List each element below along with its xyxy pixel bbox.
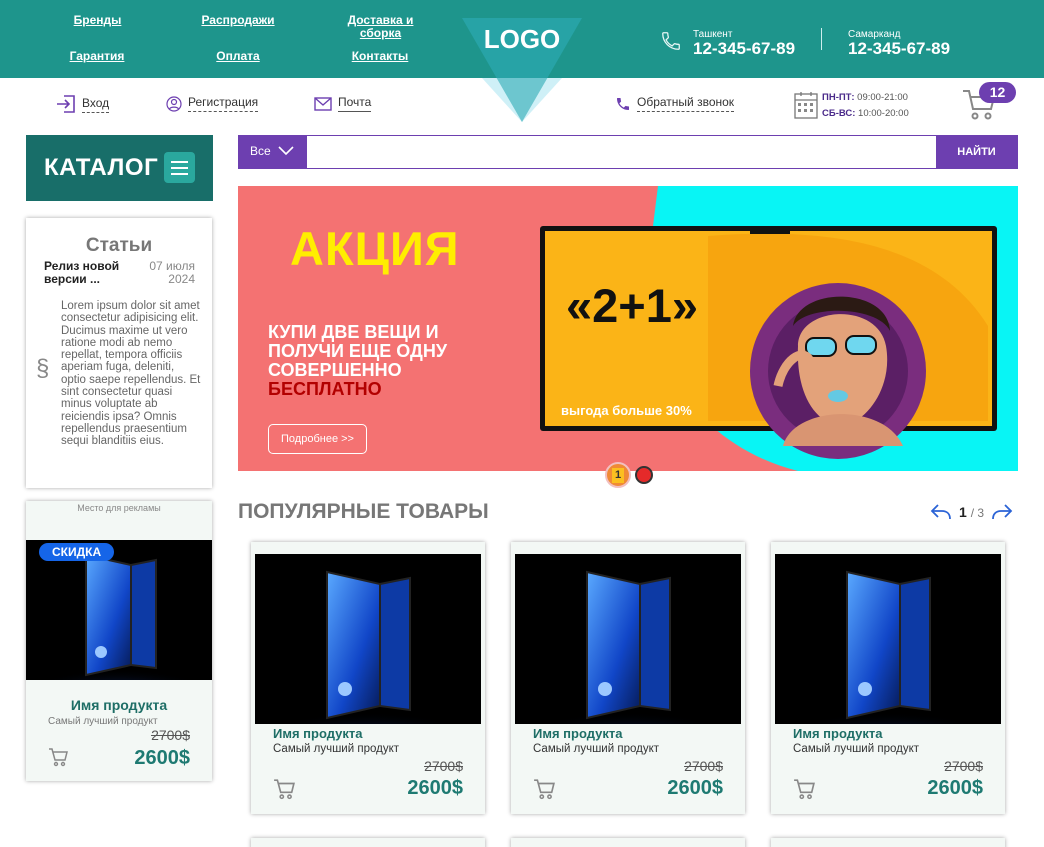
old-price: 2700$: [151, 727, 190, 743]
product-name[interactable]: Имя продукта: [793, 726, 882, 741]
callback-label: Обратный звонок: [637, 95, 735, 112]
logo[interactable]: LOGO: [462, 24, 582, 55]
phone-divider: [821, 28, 822, 50]
phone-number[interactable]: 12-345-67-89: [848, 40, 950, 58]
new-price: 2600$: [134, 747, 190, 769]
product-image[interactable]: [515, 554, 741, 724]
pager-current: 1: [959, 504, 967, 520]
product-desc: Самый лучший продукт: [533, 743, 659, 755]
old-price: 2700$: [424, 758, 463, 774]
article-body: Lorem ipsum dolor sit amet consectetur a…: [61, 300, 201, 448]
product-image[interactable]: [775, 554, 1001, 724]
add-to-cart-icon[interactable]: [48, 747, 68, 767]
promo-banner[interactable]: АКЦИЯ КУПИ ДВЕ ВЕЩИ И ПОЛУЧИ ЕЩЕ ОДНУ СО…: [238, 186, 1018, 471]
nav-link-contacts[interactable]: Контакты: [348, 50, 412, 63]
old-price: 2700$: [684, 758, 723, 774]
product-desc: Самый лучший продукт: [793, 743, 919, 755]
ad-caption: Место для рекламы: [77, 503, 161, 513]
add-to-cart-icon[interactable]: [793, 778, 815, 800]
hours-weekend: 10:00-20:00: [858, 108, 909, 119]
new-price: 2600$: [407, 777, 463, 799]
product-card-stub: [771, 838, 1005, 847]
login-label: Вход: [82, 96, 110, 113]
phone-tashkent[interactable]: Ташкент 12-345-67-89: [693, 29, 795, 58]
calendar-icon: [794, 92, 818, 119]
hours-weekdays: 09:00-21:00: [857, 92, 908, 103]
articles-widget: Статьи Релиз новой версии ... 07 июля 20…: [26, 218, 212, 488]
nav-link-warranty[interactable]: Гарантия: [68, 50, 126, 63]
search-category-label: Все: [250, 144, 271, 158]
product-card[interactable]: Имя продукта Самый лучший продукт 2700$ …: [251, 542, 485, 814]
section-sign-icon: §: [36, 355, 50, 382]
article-date: 07 июля 2024: [149, 259, 195, 286]
hours-weekdays-label: ПН-ПТ:: [822, 92, 855, 103]
menu-icon: [164, 152, 195, 183]
hours-weekend-label: СБ-ВС:: [822, 108, 856, 119]
login-link[interactable]: Вход: [56, 95, 110, 113]
popular-title: ПОПУЛЯРНЫЕ ТОВАРЫ: [238, 500, 489, 523]
articles-title: Статьи: [85, 235, 153, 256]
product-card[interactable]: Имя продукта Самый лучший продукт 2700$ …: [771, 542, 1005, 814]
search-category-select[interactable]: Все: [239, 136, 307, 168]
next-arrow-icon[interactable]: [991, 503, 1013, 521]
product-name[interactable]: Имя продукта: [26, 697, 212, 713]
discount-badge: СКИДКА: [39, 543, 115, 561]
product-name[interactable]: Имя продукта: [533, 726, 622, 741]
catalog-label: КАТАЛОГ: [44, 154, 159, 181]
product-image[interactable]: [255, 554, 481, 724]
mail-icon: [314, 96, 332, 111]
product-name[interactable]: Имя продукта: [273, 726, 362, 741]
catalog-button[interactable]: КАТАЛОГ: [26, 135, 213, 201]
product-image: [26, 540, 212, 680]
nav-link-sales[interactable]: Распродажи: [198, 14, 278, 27]
add-to-cart-icon[interactable]: [533, 778, 555, 800]
mail-link[interactable]: Почта: [314, 95, 372, 112]
banner-text: КУПИ ДВЕ ВЕЩИ И ПОЛУЧИ ЕЩЕ ОДНУ СОВЕРШЕН…: [268, 323, 488, 399]
chevron-down-icon: [278, 146, 294, 156]
banner-more-button[interactable]: Подробнее >>: [268, 424, 367, 454]
register-link[interactable]: Регистрация: [166, 95, 259, 112]
product-card[interactable]: Имя продукта Самый лучший продукт 2700$ …: [511, 542, 745, 814]
add-to-cart-icon[interactable]: [273, 778, 295, 800]
search-input[interactable]: [309, 138, 934, 166]
new-price: 2600$: [927, 777, 983, 799]
popular-pager: 1 / 3: [930, 503, 1013, 521]
phone-number[interactable]: 12-345-67-89: [693, 40, 795, 58]
prev-arrow-icon[interactable]: [930, 503, 952, 521]
login-icon: [57, 95, 75, 113]
search-button[interactable]: НАЙТИ: [936, 136, 1017, 168]
pager-total: / 3: [970, 506, 985, 520]
slide-dot-2[interactable]: [635, 466, 653, 484]
old-price: 2700$: [944, 758, 983, 774]
banner-title: АКЦИЯ: [290, 222, 460, 275]
mail-label: Почта: [338, 95, 372, 112]
slider-dots: 1: [605, 462, 653, 488]
banner-text-highlight: БЕСПЛАТНО: [268, 379, 382, 399]
ad-product-card[interactable]: Место для рекламы СКИДКА Имя продукта Са…: [26, 501, 212, 781]
working-hours: ПН-ПТ: 09:00-21:00 СБ-ВС: 10:00-20:00: [822, 90, 909, 122]
register-label: Регистрация: [188, 95, 259, 112]
product-desc: Самый лучший продукт: [273, 743, 399, 755]
user-icon: [166, 95, 182, 112]
promo-benefit: выгода больше 30%: [561, 403, 692, 418]
nav-link-payment[interactable]: Оплата: [212, 50, 264, 63]
phone-call-icon: [617, 97, 629, 110]
article-headline[interactable]: Релиз новой версии ...: [44, 260, 129, 286]
new-price: 2600$: [667, 777, 723, 799]
phone-icon: [660, 30, 682, 57]
phone-samarkand[interactable]: Самарканд 12-345-67-89: [848, 29, 950, 58]
search-bar: Все НАЙТИ: [238, 135, 1018, 169]
product-desc: Самый лучший продукт: [48, 716, 158, 727]
slide-dot-1[interactable]: 1: [605, 462, 631, 488]
callback-link[interactable]: Обратный звонок: [615, 95, 735, 112]
cart-count-badge: 12: [979, 82, 1016, 103]
nav-link-brands[interactable]: Бренды: [70, 14, 125, 27]
promo-label: «2+1»: [566, 279, 699, 332]
nav-link-delivery[interactable]: Доставка и сборка: [343, 14, 418, 40]
product-card-stub: [511, 838, 745, 847]
slide-dot-1-label: 1: [612, 468, 624, 483]
product-card-stub: [251, 838, 485, 847]
banner-text-main: КУПИ ДВЕ ВЕЩИ И ПОЛУЧИ ЕЩЕ ОДНУ СОВЕРШЕН…: [268, 322, 448, 380]
